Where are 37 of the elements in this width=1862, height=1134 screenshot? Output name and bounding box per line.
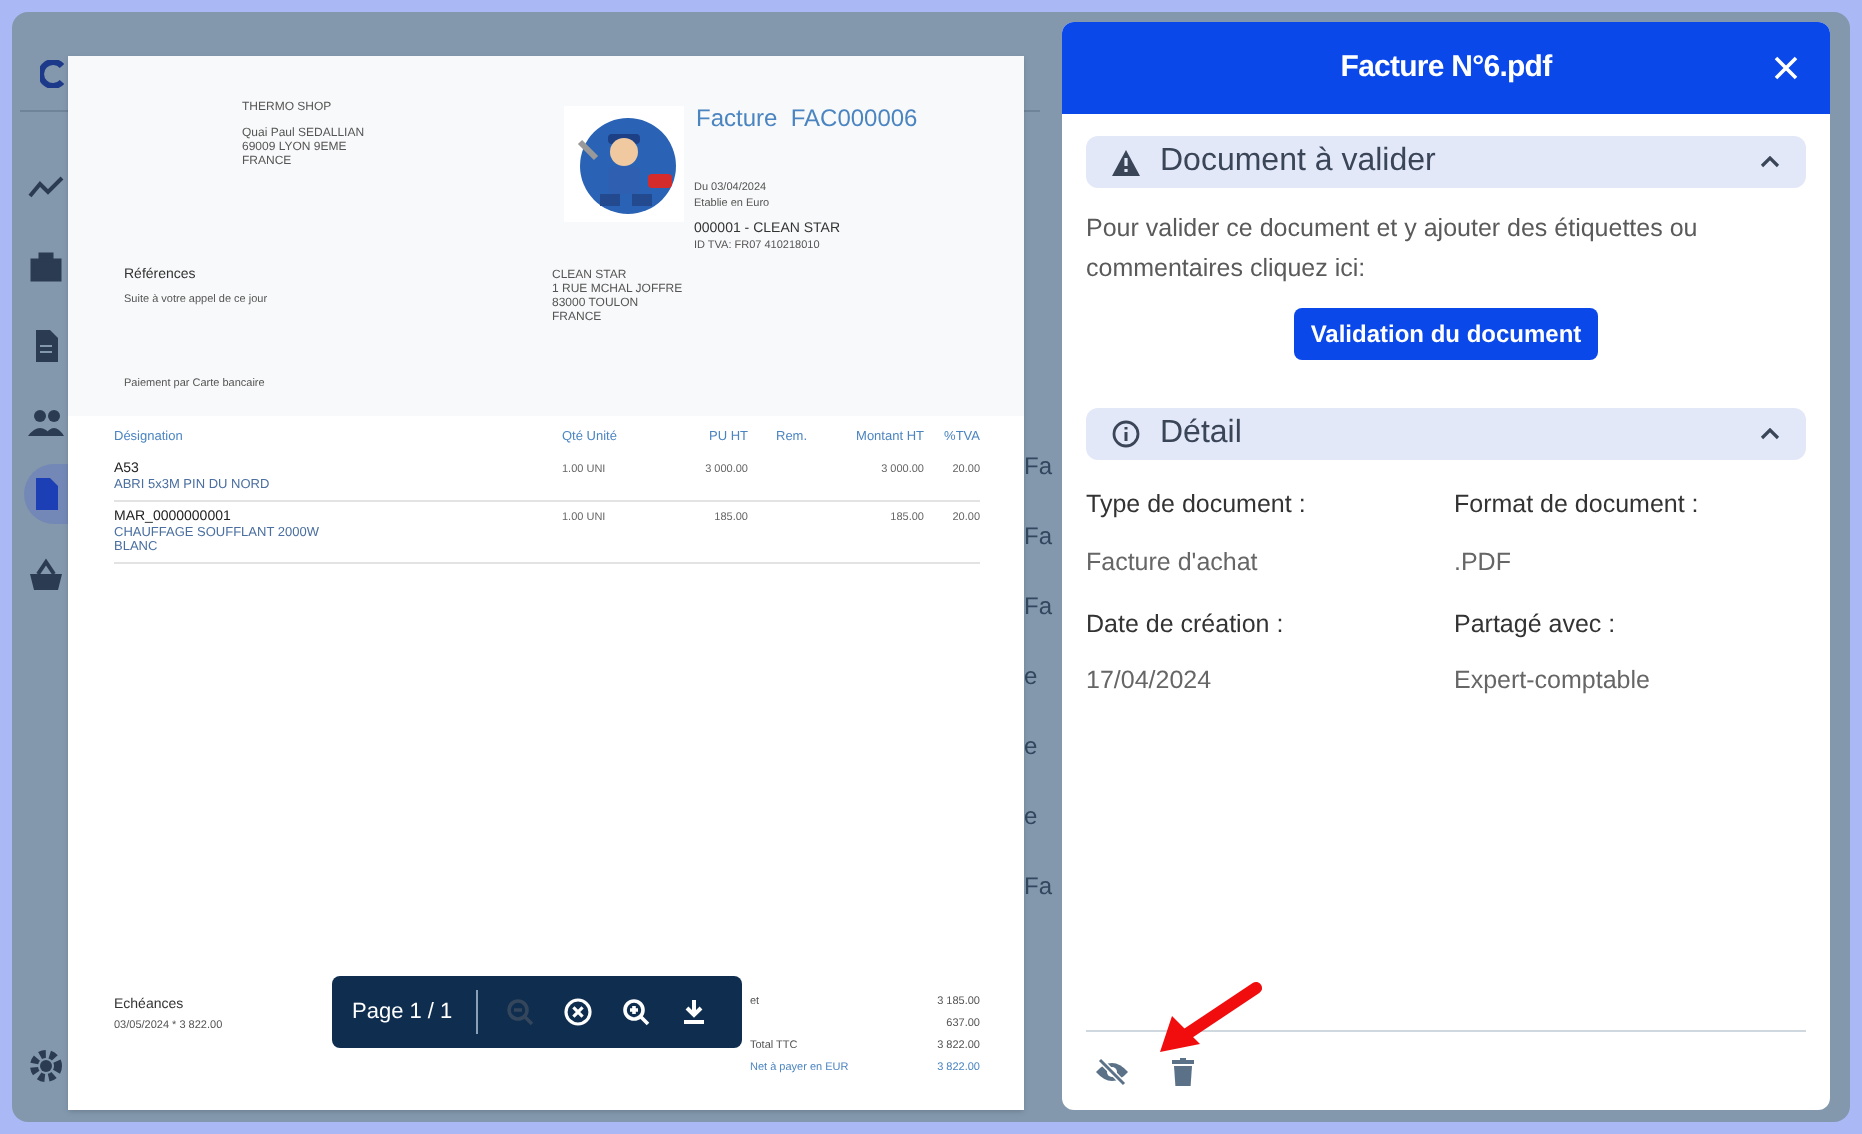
validate-button[interactable]: Validation du document <box>1294 308 1598 360</box>
trash-icon <box>1172 1057 1194 1085</box>
page-indicator: Page 1 / 1 <box>352 997 455 1028</box>
eye-off-icon <box>1094 1057 1130 1085</box>
field-value: 17/04/2024 <box>1086 664 1214 699</box>
field-label: Type de document : <box>1086 488 1308 522</box>
list-item-text: Fa <box>1024 520 1055 552</box>
logo-icon <box>40 60 64 88</box>
field-label: Partagé avec : <box>1454 607 1618 642</box>
settings-icon <box>28 1048 64 1084</box>
list-item-text: e <box>1024 800 1040 832</box>
instruction-text: Pour valider ce document et y ajouter des étiquettes ou commentaires cliquez ici: <box>1086 212 1700 286</box>
close-circle-icon <box>561 996 594 1028</box>
field-label: Format de document : <box>1454 488 1701 522</box>
panel-title: Facture N°6.pdf <box>1340 47 1552 88</box>
bag-icon <box>28 248 64 284</box>
field-value: Facture d'achat <box>1086 545 1260 580</box>
invoice-title: Facture FAC000006 <box>696 102 918 136</box>
info-icon <box>1112 420 1140 448</box>
list-item-text: Fa <box>1024 450 1055 482</box>
field-value: Expert-comptable <box>1454 664 1652 699</box>
list-item-text: e <box>1024 730 1040 762</box>
list-item-text: e <box>1024 660 1040 692</box>
chevron-icon <box>1760 156 1780 168</box>
accordion-header[interactable]: Détail <box>1086 408 1806 460</box>
chevron-icon <box>1760 428 1780 440</box>
list-item-text: Fa <box>1024 870 1055 902</box>
warning-icon <box>1112 149 1140 175</box>
field-value: .PDF <box>1454 545 1513 580</box>
field-label: Date de création : <box>1086 607 1286 641</box>
accordion-header[interactable]: Document à valider <box>1086 136 1806 188</box>
zoom-in-icon <box>619 996 652 1028</box>
zoom-out-icon <box>503 996 536 1028</box>
basket-icon <box>28 558 64 594</box>
arrow-annotation <box>1156 980 1264 1056</box>
people-icon <box>28 404 64 440</box>
list-item-text: Fa <box>1024 590 1055 622</box>
